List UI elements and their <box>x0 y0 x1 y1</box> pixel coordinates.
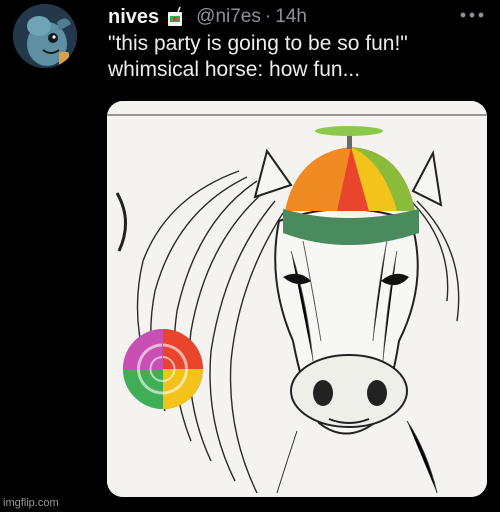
watermark: imgflip.com <box>3 497 59 509</box>
tweet: nives @ni7es · 14h "this party is going … <box>0 0 500 512</box>
handle[interactable]: @ni7es <box>196 6 261 28</box>
avatar[interactable] <box>13 4 77 68</box>
tweet-media[interactable] <box>107 101 487 497</box>
timestamp[interactable]: 14h <box>275 6 307 28</box>
juice-box-icon <box>168 7 183 26</box>
avatar-icon <box>13 4 77 68</box>
tweet-text: "this party is going to be so fun!" whim… <box>108 31 493 83</box>
display-name[interactable]: nives <box>108 6 159 29</box>
separator: · <box>264 6 272 27</box>
tweet-text-line-2: whimsical horse: how fun... <box>108 58 361 81</box>
more-horizontal-icon[interactable] <box>460 12 484 18</box>
tweet-header: nives @ni7es · 14h <box>108 4 480 30</box>
tweet-text-line-1: "this party is going to be so fun!" <box>108 32 408 55</box>
horse-illustration <box>107 101 487 497</box>
